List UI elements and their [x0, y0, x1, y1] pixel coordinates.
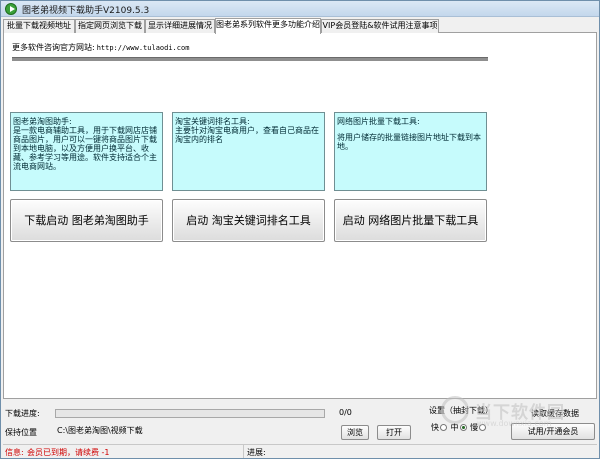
status-divider	[3, 444, 597, 445]
progress-label: 进展:	[247, 448, 266, 457]
status-vertical-divider	[243, 445, 244, 458]
read-cache-label[interactable]: 读取缓存数据	[531, 408, 579, 419]
tab-browse-download[interactable]: 指定网页浏览下载	[75, 19, 145, 33]
card-description-keyword-rank: 淘宝关键词排名工具: 主要针对淘宝电商用户，查看自己商品在淘宝内的排名	[172, 112, 325, 191]
launch-taotu-button[interactable]: 下载启动 图老弟淘图助手	[10, 199, 163, 242]
speed-mid-radio[interactable]	[459, 424, 467, 431]
tab-batch-download[interactable]: 批量下载视频地址	[3, 19, 75, 33]
speed-mid-label: 中	[450, 423, 459, 432]
separator-bar	[12, 57, 488, 61]
app-logo-icon	[5, 3, 17, 15]
launch-keyword-rank-button[interactable]: 启动 淘宝关键词排名工具	[172, 199, 325, 242]
card-description-image-batch: 网络图片批量下载工具: 将用户储存的批量链接图片地址下载到本地。	[334, 112, 487, 191]
card-title: 网络图片批量下载工具:	[337, 117, 420, 126]
official-site-label: 更多软件咨询官方网站:	[12, 43, 95, 52]
card-title: 淘宝关键词排名工具:	[175, 117, 250, 126]
settings-label: 设置（抽封下载）	[429, 406, 493, 415]
official-site-url[interactable]: http://www.tulaodi.com	[97, 44, 190, 52]
status-area: 下载进度: 0/0 保持位置 C:\图老弟淘图\视频下载 浏览 打开 设置（抽封…	[3, 399, 597, 459]
tab-more-features[interactable]: 图老弟系列软件更多功能介绍	[215, 18, 321, 34]
tab-vip-login[interactable]: VIP会员登陆&软件试用注意事项	[321, 19, 439, 33]
speed-fast-radio[interactable]	[440, 424, 447, 431]
features-panel: 更多软件咨询官方网站: http://www.tulaodi.com 图老弟淘图助…	[3, 33, 597, 399]
download-progress-bar	[55, 409, 325, 418]
card-title: 图老弟淘图助手:	[13, 117, 72, 126]
browse-button[interactable]: 浏览	[341, 425, 369, 440]
speed-slow-radio[interactable]	[479, 424, 487, 431]
card-body: 主要针对淘宝电商用户，查看自己商品在淘宝内的排名	[175, 126, 319, 144]
trial-vip-button[interactable]: 试用/开通会员	[511, 423, 595, 440]
tab-progress-details[interactable]: 显示详细进展情况	[145, 19, 215, 33]
tab-strip: 批量下载视频地址 指定网页浏览下载 显示详细进展情况 图老弟系列软件更多功能介绍…	[3, 18, 597, 34]
open-button[interactable]: 打开	[377, 425, 411, 440]
save-location-label: 保持位置	[5, 428, 37, 437]
card-description-taotu: 图老弟淘图助手: 是一款电商辅助工具，用于下载网店店铺商品图片，用户可以一键将商…	[10, 112, 163, 191]
official-site-line: 更多软件咨询官方网站: http://www.tulaodi.com	[12, 42, 189, 53]
title-bar: 图老弟视频下载助手V2109.5.3	[1, 1, 599, 17]
speed-fast-label: 快	[431, 423, 439, 432]
download-progress-label: 下载进度:	[5, 409, 40, 418]
progress-count: 0/0	[339, 408, 352, 417]
app-window: 图老弟视频下载助手V2109.5.3 批量下载视频地址 指定网页浏览下载 显示详…	[0, 0, 600, 459]
info-label: 信息:	[5, 448, 24, 457]
card-body: 是一款电商辅助工具，用于下载网店店铺商品图片，用户可以一键将商品图片下载到本地电…	[13, 126, 157, 171]
speed-slow-label: 慢	[470, 423, 479, 432]
speed-radio-group: 快 中 慢	[431, 422, 501, 434]
launch-image-batch-button[interactable]: 启动 网络图片批量下载工具	[334, 199, 487, 242]
info-message: 会员已到期，请续费 -1	[27, 448, 110, 457]
card-body: 将用户储存的批量链接图片地址下载到本地。	[337, 133, 481, 151]
window-title: 图老弟视频下载助手V2109.5.3	[22, 6, 150, 16]
save-path-field[interactable]: C:\图老弟淘图\视频下载	[55, 425, 335, 438]
